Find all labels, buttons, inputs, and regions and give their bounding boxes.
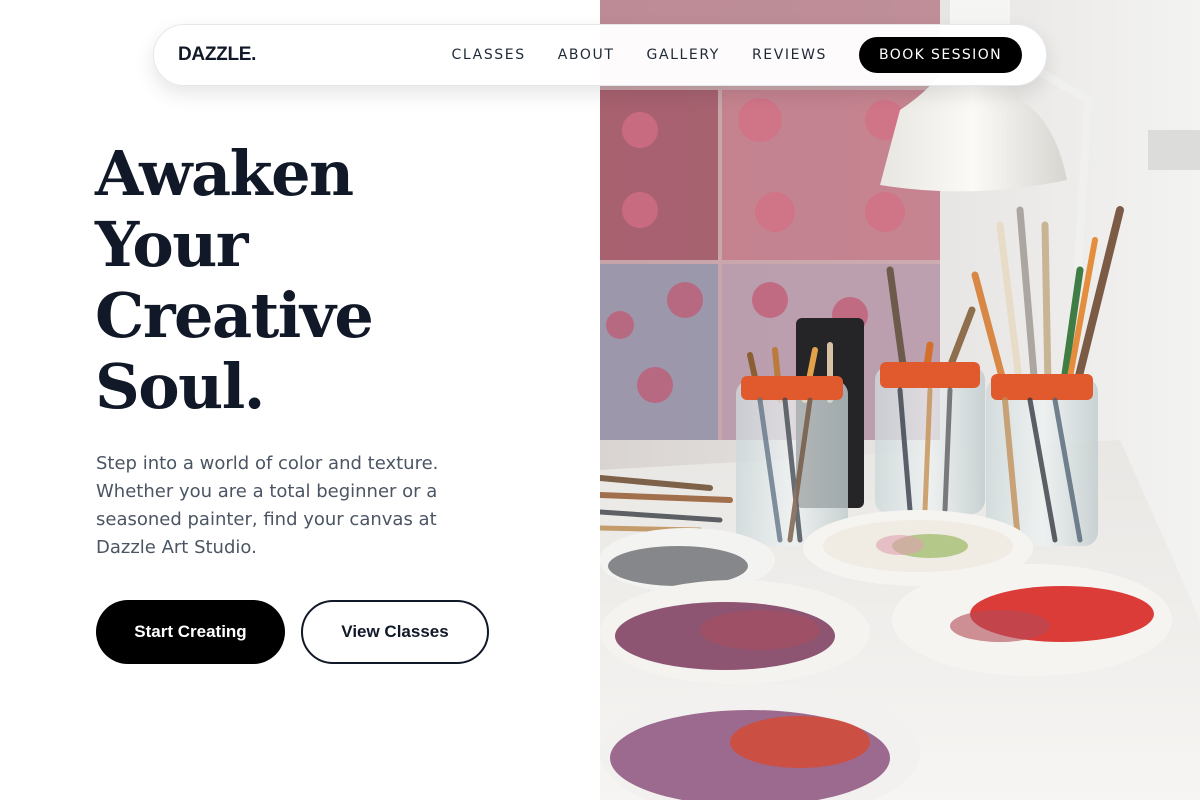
nav-links: CLASSES ABOUT GALLERY REVIEWS BOOK SESSI… [452,37,1022,73]
nav-link-classes[interactable]: CLASSES [452,47,526,63]
headline-line: Awaken [95,137,354,210]
hero-headline: Awaken Your Creative Soul. [95,138,555,422]
nav-link-about[interactable]: ABOUT [558,47,615,63]
headline-line: Creative [95,279,374,352]
book-session-button[interactable]: BOOK SESSION [859,37,1022,73]
top-navigation: DAZZLE. CLASSES ABOUT GALLERY REVIEWS BO… [153,24,1047,86]
nav-link-reviews[interactable]: REVIEWS [752,47,827,63]
start-creating-button[interactable]: Start Creating [96,600,285,664]
brand-logo[interactable]: DAZZLE. [178,44,256,66]
view-classes-button[interactable]: View Classes [301,600,489,664]
nav-link-gallery[interactable]: GALLERY [647,47,720,63]
hero-subtext: Step into a world of color and texture. … [96,453,439,558]
hero-photo-art-supplies [600,0,1200,800]
headline-line: Your [95,208,248,281]
headline-line: Soul. [95,350,265,423]
